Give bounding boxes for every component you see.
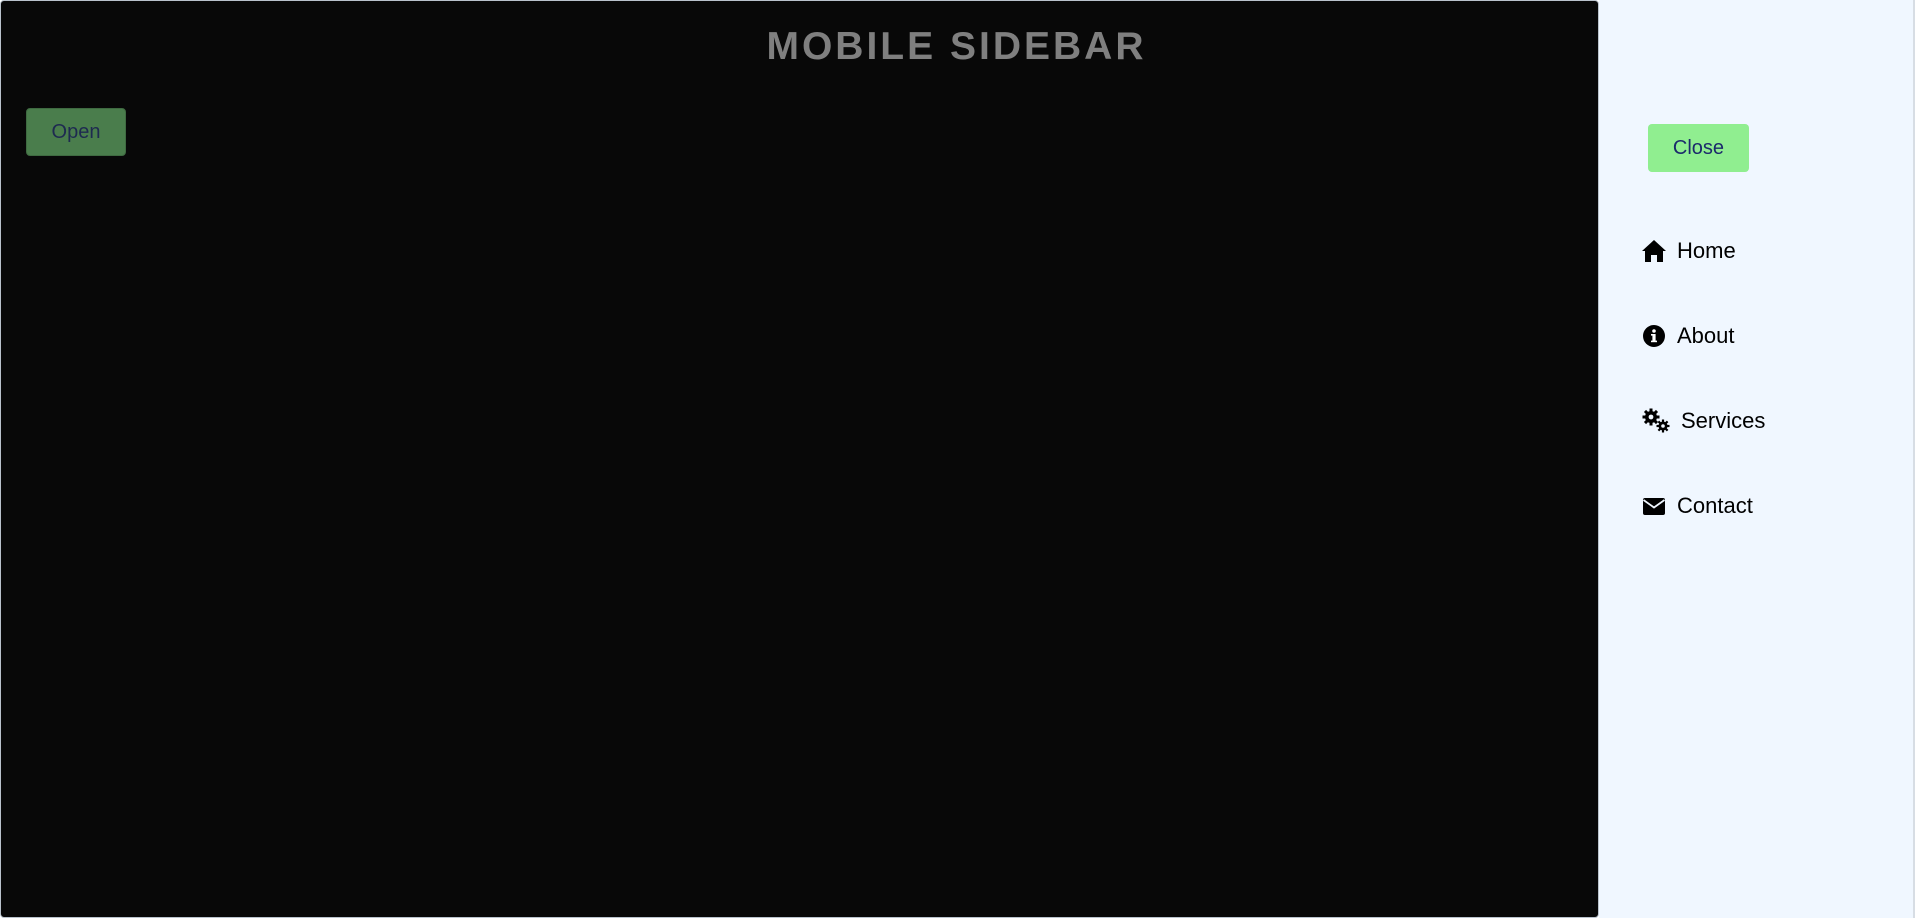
sidebar-item-label: About: [1677, 323, 1735, 348]
envelope-icon: [1641, 493, 1667, 519]
sidebar-item-label: Contact: [1677, 493, 1753, 518]
info-circle-icon: [1641, 323, 1667, 349]
close-sidebar-button[interactable]: Close: [1648, 124, 1749, 172]
sidebar: Close Home About Services Contact: [1599, 0, 1915, 918]
sidebar-item-home[interactable]: Home: [1641, 234, 1736, 268]
cogs-icon: [1641, 408, 1671, 434]
sidebar-item-services[interactable]: Services: [1641, 404, 1765, 438]
main-content-overlay[interactable]: MOBILE SIDEBAR Open: [0, 0, 1599, 918]
sidebar-item-label: Home: [1677, 238, 1736, 263]
sidebar-item-about[interactable]: About: [1641, 319, 1735, 353]
open-sidebar-button[interactable]: Open: [26, 108, 126, 156]
home-icon: [1641, 238, 1667, 264]
sidebar-item-contact[interactable]: Contact: [1641, 489, 1753, 523]
sidebar-item-label: Services: [1681, 408, 1766, 433]
